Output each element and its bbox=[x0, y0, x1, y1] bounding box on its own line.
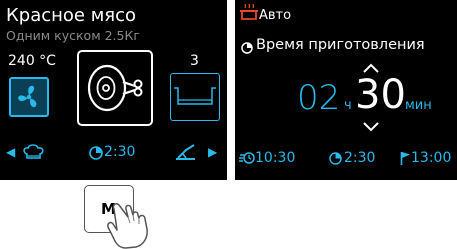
oven-rack-icon bbox=[174, 87, 216, 105]
start-time: 10:30 bbox=[255, 150, 296, 166]
hours-value[interactable]: 02 bbox=[297, 81, 340, 115]
program-title: Красное мясо bbox=[6, 5, 137, 26]
cook-time-label: Время приготовления bbox=[256, 37, 425, 53]
temperature-value: 240 °C bbox=[8, 53, 56, 69]
fan-icon bbox=[18, 85, 37, 108]
level-value: 3 bbox=[190, 53, 199, 69]
program-header: Авто bbox=[259, 8, 292, 23]
rack-level-box[interactable] bbox=[170, 73, 220, 121]
chef-hat-icon bbox=[23, 144, 44, 159]
clock-icon bbox=[241, 42, 253, 54]
meat-leg-icon bbox=[87, 64, 143, 112]
clock-icon bbox=[89, 146, 103, 160]
end-time: 13:00 bbox=[411, 150, 452, 166]
minutes-value[interactable]: 30 bbox=[355, 75, 406, 115]
chevron-down-icon[interactable] bbox=[362, 122, 380, 132]
clock-icon bbox=[329, 152, 342, 165]
minutes-unit: мин bbox=[405, 98, 432, 113]
cook-time: 2:30 bbox=[104, 144, 136, 160]
start-time-icon bbox=[239, 152, 255, 164]
left-display: Красное мясо Одним куском 2.5Кг 240 °C 3… bbox=[0, 0, 227, 180]
duration-time: 2:30 bbox=[344, 150, 376, 166]
arrow-right-icon[interactable]: ▶ bbox=[208, 145, 217, 159]
pot-icon bbox=[240, 3, 258, 20]
arrow-left-icon[interactable]: ◀ bbox=[6, 145, 15, 159]
food-type-box[interactable] bbox=[77, 50, 153, 126]
hours-unit: ч bbox=[344, 98, 352, 113]
program-subtitle: Одним куском 2.5Кг bbox=[6, 28, 140, 43]
fan-mode-box[interactable] bbox=[9, 77, 49, 117]
right-display: Авто Время приготовления 02 ч 30 мин 10:… bbox=[235, 0, 457, 180]
flag-icon bbox=[400, 152, 410, 165]
probe-icon bbox=[176, 144, 195, 160]
pointing-hand-icon bbox=[107, 203, 148, 249]
